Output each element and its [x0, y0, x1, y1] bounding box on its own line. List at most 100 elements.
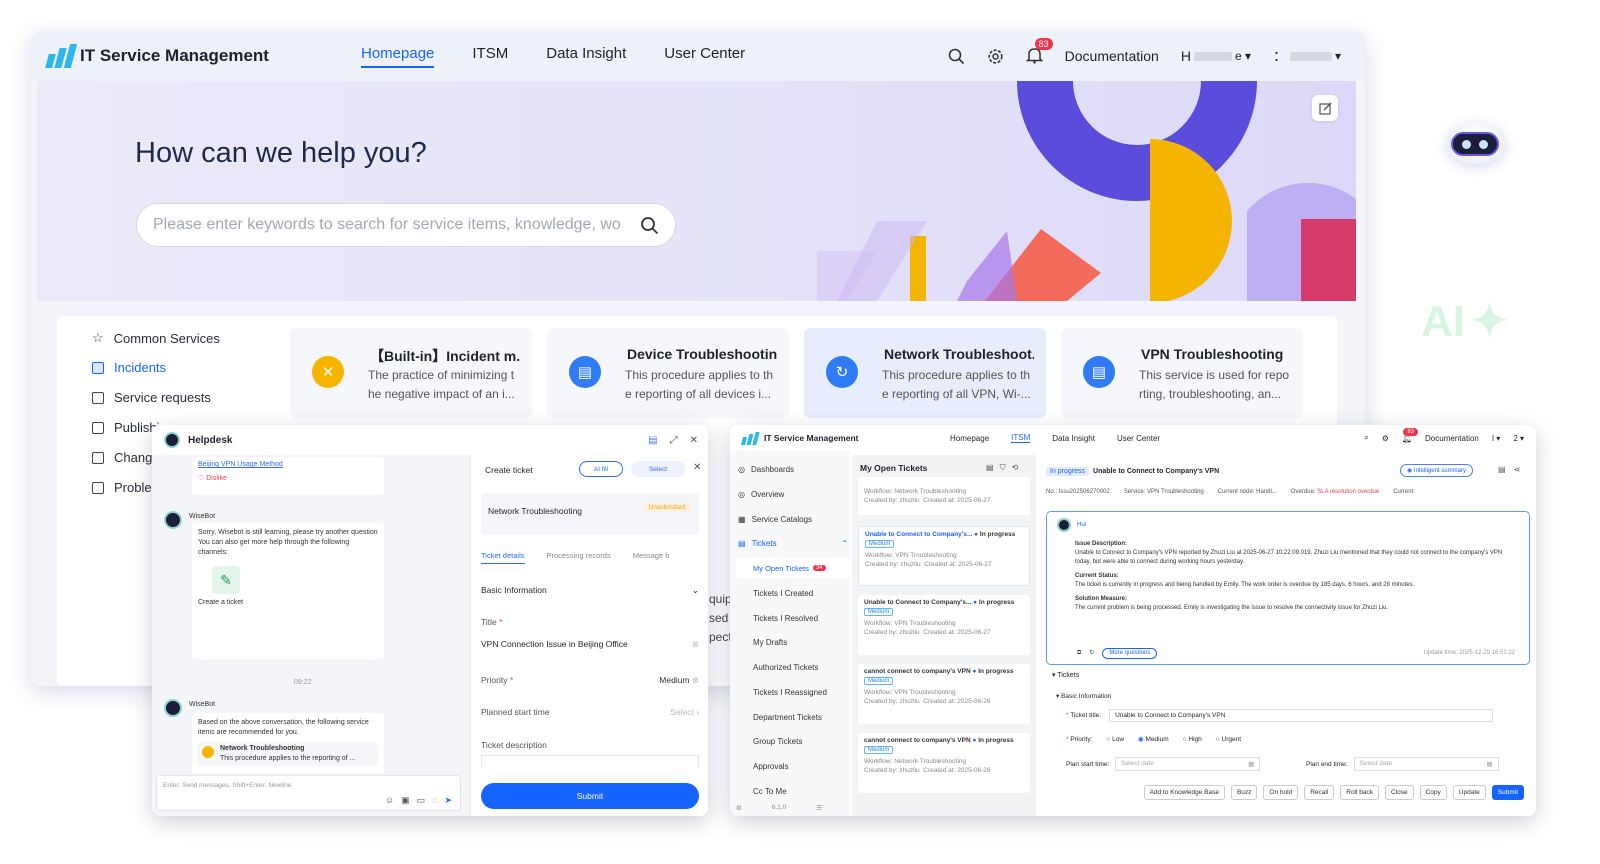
- gear-icon[interactable]: [987, 48, 1004, 65]
- list-item[interactable]: cannot connect to company's VPN ● In pro…: [858, 733, 1030, 793]
- sidebar-item-department[interactable]: Department Tickets: [753, 713, 822, 722]
- close-button[interactable]: Close: [1384, 785, 1414, 800]
- service-card[interactable]: ▤ Device Troubleshooting This procedure …: [547, 328, 789, 418]
- select-button[interactable]: Select: [631, 461, 685, 477]
- gear-icon[interactable]: ⚙: [1382, 434, 1389, 443]
- sidebar-item-tickets-created[interactable]: Tickets I Created: [753, 589, 813, 598]
- clear-icon[interactable]: ⊗: [692, 639, 699, 650]
- sidebar-item-cc-to-me[interactable]: Cc To Me: [753, 787, 787, 796]
- tab-ticket-details[interactable]: Ticket details: [481, 551, 525, 564]
- recall-button[interactable]: Recall: [1304, 785, 1335, 800]
- basic-info-section[interactable]: ▾ Basic Information: [1056, 692, 1111, 700]
- priority-low[interactable]: ○ Low: [1106, 736, 1124, 743]
- tickets-section[interactable]: ▾ Tickets: [1052, 671, 1079, 679]
- folder-icon[interactable]: ▭: [417, 795, 426, 806]
- export-icon[interactable]: ▤: [986, 463, 994, 473]
- refresh-icon[interactable]: ⟲: [1012, 463, 1019, 473]
- search-icon[interactable]: ⌕: [1364, 433, 1368, 443]
- ticket-title-input[interactable]: Unable to Connect to Company's VPN: [1109, 709, 1494, 722]
- documentation-link[interactable]: Documentation: [1425, 434, 1479, 443]
- sidebar-item-approvals[interactable]: Approvals: [753, 762, 789, 771]
- buzz-button[interactable]: Buzz: [1230, 785, 1258, 800]
- copy-icon[interactable]: ⧉: [1077, 649, 1081, 658]
- list-item[interactable]: Unable to Connect to Company's... ● In p…: [858, 526, 1030, 586]
- collapse-icon[interactable]: ☰: [816, 804, 822, 812]
- list-item[interactable]: Unable to Connect to Company's... ● In p…: [858, 595, 1030, 655]
- create-ticket-link[interactable]: Create a ticket: [198, 598, 378, 608]
- sidebar-item-incidents[interactable]: Incidents: [92, 360, 292, 375]
- nav-user-center[interactable]: User Center: [1117, 434, 1160, 443]
- priority-urgent[interactable]: ○ Urgent: [1216, 736, 1241, 743]
- service-card[interactable]: ↻ Network Troubleshoot... This procedure…: [804, 328, 1046, 418]
- more-questions-button[interactable]: More questions: [1102, 648, 1158, 659]
- title-field[interactable]: VPN Connection Issue in Beijing Office ⊗: [481, 639, 699, 650]
- notification-bell[interactable]: 83: [1025, 37, 1053, 67]
- documentation-link[interactable]: Documentation: [1065, 48, 1159, 64]
- nav-itsm[interactable]: ITSM: [472, 45, 508, 68]
- search-input[interactable]: [153, 216, 638, 234]
- emoji-icon[interactable]: ☺: [385, 795, 394, 806]
- service-card[interactable]: ✕ 【Built-in】Incident m... The practice o…: [290, 328, 532, 418]
- edit-button[interactable]: [1312, 95, 1338, 121]
- basic-info-header[interactable]: Basic Information ⌄: [481, 585, 699, 596]
- sidebar-item-tickets-resolved[interactable]: Tickets I Resolved: [753, 614, 818, 623]
- ai-assistant-avatar[interactable]: [1446, 120, 1506, 164]
- sidebar-item-service-catalogs[interactable]: ▦ Service Catalogs: [738, 515, 812, 524]
- priority-high[interactable]: ○ High: [1183, 736, 1202, 743]
- search-icon[interactable]: [640, 216, 659, 235]
- tab-processing-records[interactable]: Processing records: [547, 551, 611, 564]
- sidebar-item-overview[interactable]: ◎ Overview: [738, 490, 784, 499]
- create-ticket-icon[interactable]: ✎: [212, 566, 240, 594]
- org-menu[interactable]: ： ▾: [1273, 46, 1341, 66]
- doc-icon[interactable]: ▤: [648, 435, 657, 446]
- message-input[interactable]: Enter: Send messages, Shift+Enter: Newli…: [156, 775, 461, 811]
- share-icon[interactable]: ⋖: [1514, 465, 1521, 474]
- nav-homepage[interactable]: Homepage: [361, 45, 435, 68]
- add-to-kb-button[interactable]: Add to Knowledge Base: [1143, 785, 1225, 800]
- list-item[interactable]: Workflow: Network Troubleshooting Create…: [858, 477, 1030, 515]
- close-icon[interactable]: ✕: [690, 435, 698, 446]
- org-menu[interactable]: 2 ▾: [1513, 434, 1524, 443]
- nav-homepage[interactable]: Homepage: [950, 434, 989, 443]
- expand-icon[interactable]: ⤢: [670, 435, 678, 446]
- nav-data-insight[interactable]: Data Insight: [1052, 434, 1095, 443]
- regenerate-icon[interactable]: ↻: [1089, 649, 1094, 658]
- submit-button[interactable]: Submit: [1491, 785, 1524, 800]
- notification-bell[interactable]: 🔔︎ 83: [1402, 427, 1419, 443]
- priority-medium[interactable]: ◉ Medium: [1138, 735, 1169, 743]
- app-logo[interactable]: IT Service Management: [45, 44, 347, 68]
- sidebar-item-group[interactable]: Group Tickets: [753, 737, 802, 746]
- dislike-button[interactable]: ♡ Dislike: [198, 474, 378, 482]
- tab-message-board[interactable]: Message b: [633, 551, 670, 564]
- sidebar-item-authorized[interactable]: Authorized Tickets: [753, 663, 818, 672]
- sidebar-item-common-services[interactable]: ☆ Common Services: [92, 330, 292, 346]
- service-card[interactable]: ▤ VPN Troubleshooting This service is us…: [1061, 328, 1303, 418]
- planned-start-field[interactable]: Planned start time Select ›: [481, 707, 699, 717]
- knowledge-link[interactable]: Beijing VPN Usage Method: [198, 461, 378, 468]
- sidebar-item-service-requests[interactable]: Service requests: [92, 390, 292, 405]
- nav-data-insight[interactable]: Data Insight: [546, 45, 626, 68]
- user-menu[interactable]: I ▾: [1492, 434, 1500, 443]
- description-field[interactable]: [481, 755, 699, 767]
- plan-end-input[interactable]: Select date ▦: [1353, 757, 1499, 771]
- nav-itsm[interactable]: ITSM: [1011, 433, 1031, 443]
- copy-button[interactable]: Copy: [1419, 785, 1447, 800]
- sidebar-item-tickets[interactable]: ▤ Tickets ⌃: [738, 539, 848, 548]
- mic-icon[interactable]: ◌: [432, 795, 437, 806]
- image-icon[interactable]: ▣: [401, 795, 410, 806]
- submit-button[interactable]: Submit: [481, 783, 699, 809]
- plan-start-input[interactable]: Select date ▦: [1115, 757, 1261, 771]
- list-item[interactable]: cannot connect to company's VPN ● In pro…: [858, 664, 1030, 724]
- search-icon[interactable]: [948, 48, 965, 65]
- nav-user-center[interactable]: User Center: [664, 45, 745, 68]
- send-icon[interactable]: ➤: [444, 795, 452, 806]
- close-icon[interactable]: ✕: [693, 462, 701, 473]
- sidebar-item-my-drafts[interactable]: My Drafts: [753, 638, 787, 647]
- ai-fill-button[interactable]: AI fill: [579, 461, 623, 477]
- on-hold-button[interactable]: On hold: [1263, 785, 1299, 800]
- priority-field[interactable]: Priority * Medium ⊗: [481, 675, 699, 686]
- filter-icon[interactable]: ⛉: [1000, 463, 1006, 473]
- settings-icon[interactable]: ⚙: [736, 804, 742, 812]
- recommended-service[interactable]: Network Troubleshooting This procedure a…: [198, 742, 378, 766]
- sidebar-item-my-open-tickets[interactable]: My Open Tickets 34: [736, 558, 850, 578]
